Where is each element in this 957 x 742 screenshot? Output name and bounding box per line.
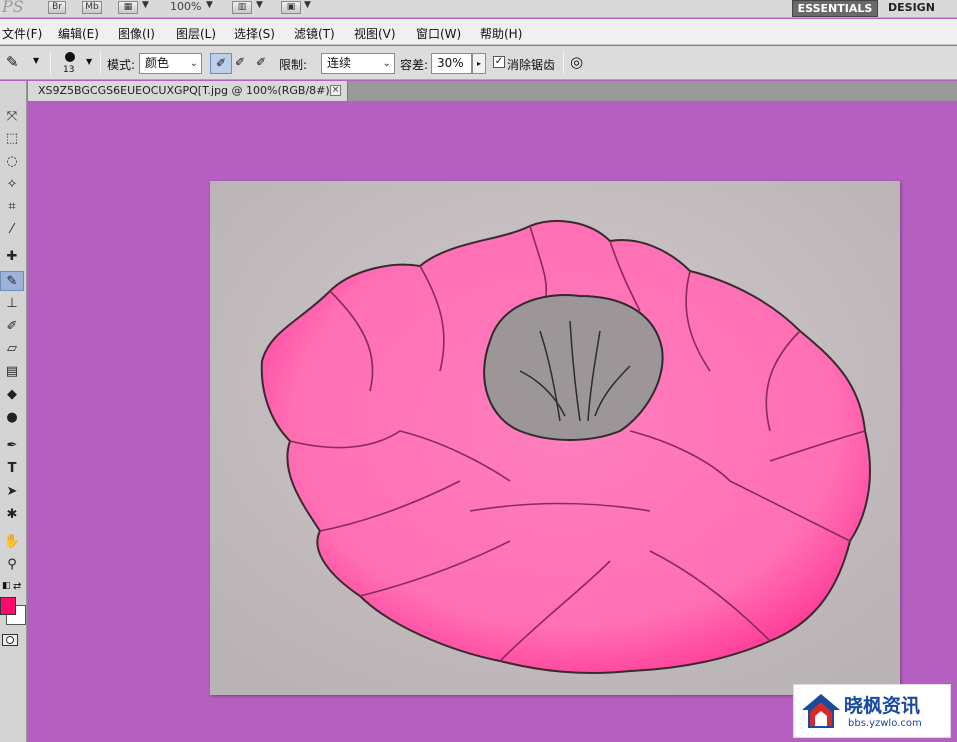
brush-picker[interactable]: 13 [60, 50, 82, 78]
screen-mode-button[interactable]: ▣ [281, 1, 301, 14]
menu-file[interactable]: 文件(F) [2, 25, 42, 42]
tolerance-label: 容差: [400, 58, 429, 72]
separator [50, 51, 51, 75]
tools-panel: ⤧ ⬚ ◌ ✧ ⌗ ⁄ ✚ ✎ ⊥ ✐ ▱ ▤ ◆ ● ✒ T ➤ ✱ ✋ ⚲ … [0, 81, 27, 742]
document-tab-bar: XS9Z5BGCGS6EUEOCUXGPQ[T.jpg @ 100%(RGB/8… [28, 81, 957, 101]
zoom-icon[interactable]: ⚲ [0, 555, 24, 575]
house-logo-icon [802, 694, 840, 728]
bridge-button[interactable]: Br [48, 1, 66, 14]
swap-colors-icon[interactable]: ⇄ [13, 581, 21, 592]
color-replacement-icon[interactable]: ✎ [0, 271, 24, 291]
tolerance-value: 30% [437, 56, 464, 70]
antialias-label: 消除锯齿 [507, 58, 556, 72]
watermark: 晓枫资讯 bbs.yzwlo.com [793, 684, 951, 738]
chevron-down-icon: ⌄ [189, 58, 198, 69]
app-logo: PS [2, 0, 24, 16]
chevron-down-icon: ⌄ [382, 58, 391, 69]
path-select-icon[interactable]: ➤ [0, 482, 24, 502]
options-bar: ✎ ▼ 13 ▼ 模式: 颜色 ⌄ ✐ ✐ ✐ 限制: 连续 ⌄ 容差: 30%… [0, 46, 957, 80]
design-workspace-button[interactable]: DESIGN [888, 0, 935, 16]
sampling-once-icon[interactable]: ✐ [235, 55, 245, 69]
check-icon: ✓ [494, 56, 504, 67]
chevron-down-icon[interactable]: ▼ [256, 0, 263, 10]
menu-select[interactable]: 选择(S) [234, 25, 275, 42]
chevron-down-icon[interactable]: ▼ [86, 57, 92, 66]
mode-value: 颜色 [145, 56, 170, 70]
close-icon[interactable]: × [330, 85, 341, 96]
brush-dot-icon [65, 52, 75, 62]
arrange-icon: ▥ [237, 2, 247, 12]
quick-select-icon[interactable]: ✧ [0, 175, 24, 195]
marquee-icon[interactable]: ⬚ [0, 129, 24, 149]
document-tab[interactable]: XS9Z5BGCGS6EUEOCUXGPQ[T.jpg @ 100%(RGB/8… [28, 81, 348, 101]
color-replacement-tool-icon[interactable]: ✎ [6, 53, 19, 71]
document-image[interactable] [210, 181, 900, 695]
sampling-continuous-icon[interactable]: ✐ [210, 53, 232, 74]
menu-bar: 文件(F) 编辑(E) 图像(I) 图层(L) 选择(S) 滤镜(T) 视图(V… [0, 19, 957, 45]
pen-icon[interactable]: ✒ [0, 436, 24, 456]
view-extras-icon: ▦ [123, 2, 133, 12]
shape-icon[interactable]: ✱ [0, 505, 24, 525]
tolerance-slider-button[interactable]: ▸ [472, 53, 486, 74]
eyedropper-icon[interactable]: ⁄ [0, 220, 24, 240]
foreground-color-swatch[interactable] [0, 597, 16, 615]
quick-mask-icon[interactable] [2, 634, 18, 646]
screen-mode-icon: ▣ [286, 2, 296, 12]
brush-size: 13 [63, 65, 75, 75]
hand-icon[interactable]: ✋ [0, 532, 24, 552]
tolerance-input[interactable]: 30% [431, 53, 472, 74]
mini-bridge-button[interactable]: Mb [82, 1, 102, 14]
menu-help[interactable]: 帮助(H) [480, 25, 522, 42]
flower-drawing [210, 181, 900, 695]
menu-filter[interactable]: 滤镜(T) [294, 25, 335, 42]
history-brush-icon[interactable]: ✐ [0, 317, 24, 337]
separator [563, 51, 564, 75]
antialias-checkbox[interactable]: ✓ [493, 56, 505, 68]
chevron-down-icon[interactable]: ▼ [304, 0, 311, 10]
arrange-documents-button[interactable]: ▥ [232, 1, 252, 14]
menu-image[interactable]: 图像(I) [118, 25, 155, 42]
mode-select[interactable]: 颜色 ⌄ [139, 53, 202, 74]
crop-icon[interactable]: ⌗ [0, 197, 24, 217]
chevron-down-icon[interactable]: ▼ [33, 56, 39, 65]
limit-value: 连续 [327, 56, 352, 70]
watermark-title: 晓枫资讯 [844, 695, 921, 717]
move-icon[interactable]: ⤧ [0, 107, 24, 127]
document-title: XS9Z5BGCGS6EUEOCUXGPQ[T.jpg @ 100%(RGB/8… [38, 84, 339, 97]
dodge-icon[interactable]: ● [0, 408, 24, 428]
sampling-background-icon[interactable]: ✐ [256, 55, 266, 69]
application-bar: PS Br Mb ▦ ▼ 100% ▼ ▥ ▼ ▣ ▼ ESSENTIALS D… [0, 0, 957, 18]
default-colors-icon[interactable]: ◧ [2, 581, 11, 591]
menu-window[interactable]: 窗口(W) [416, 25, 461, 42]
chevron-right-icon: ▸ [476, 59, 481, 68]
type-icon[interactable]: T [0, 459, 24, 479]
chevron-down-icon[interactable]: ▼ [142, 0, 149, 10]
separator [100, 51, 101, 75]
mode-label: 模式: [107, 58, 136, 72]
menu-view[interactable]: 视图(V) [354, 25, 396, 42]
clone-stamp-icon[interactable]: ⊥ [0, 294, 24, 314]
menu-edit[interactable]: 编辑(E) [58, 25, 99, 42]
essentials-workspace-button[interactable]: ESSENTIALS [792, 0, 878, 17]
limit-select[interactable]: 连续 ⌄ [321, 53, 395, 74]
limit-label: 限制: [279, 58, 308, 72]
view-extras-button[interactable]: ▦ [118, 1, 138, 14]
lasso-icon[interactable]: ◌ [0, 152, 24, 172]
eraser-icon[interactable]: ▱ [0, 339, 24, 359]
gradient-icon[interactable]: ▤ [0, 362, 24, 382]
blur-icon[interactable]: ◆ [0, 385, 24, 405]
zoom-level[interactable]: 100% [170, 0, 201, 13]
watermark-url: bbs.yzwlo.com [848, 718, 922, 729]
chevron-down-icon[interactable]: ▼ [206, 0, 213, 10]
menu-layer[interactable]: 图层(L) [176, 25, 216, 42]
healing-brush-icon[interactable]: ✚ [0, 247, 24, 267]
pressure-size-icon[interactable]: ◎ [570, 53, 583, 71]
